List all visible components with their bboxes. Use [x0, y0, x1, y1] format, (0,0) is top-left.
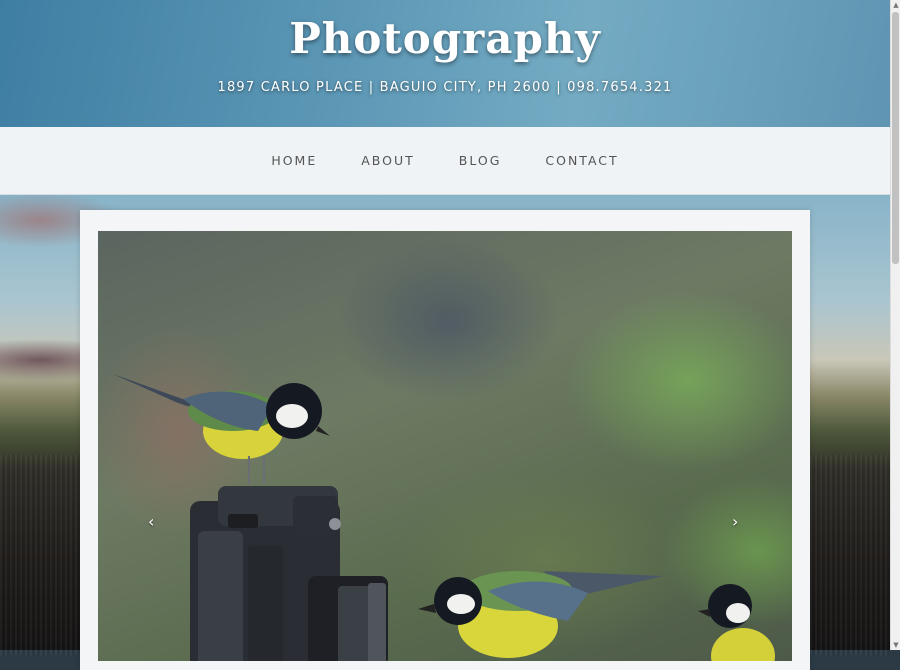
- nav-item-about[interactable]: ABOUT: [361, 153, 415, 168]
- camera-illustration: [190, 486, 388, 661]
- bird-on-camera: [113, 374, 330, 484]
- slider-next-arrow[interactable]: ›: [732, 512, 738, 531]
- scroll-down-arrow-icon[interactable]: ▼: [892, 640, 900, 650]
- bird-bottom-center: [418, 571, 663, 658]
- nav-item-home[interactable]: HOME: [271, 153, 317, 168]
- site-title[interactable]: Photography: [0, 14, 890, 63]
- slider-prev-arrow[interactable]: ‹: [148, 512, 154, 531]
- main-nav: HOME ABOUT BLOG CONTACT: [0, 127, 890, 195]
- site-header: Photography 1897 CARLO PLACE | BAGUIO CI…: [0, 0, 890, 127]
- birds-on-camera-photo: [113, 374, 775, 661]
- nav-item-contact[interactable]: CONTACT: [545, 153, 618, 168]
- scrollbar[interactable]: ▲ ▼: [890, 0, 900, 650]
- bird-right-edge: [698, 584, 775, 661]
- nav-item-blog[interactable]: BLOG: [459, 153, 502, 168]
- scrollbar-thumb[interactable]: [892, 12, 899, 264]
- site-address: 1897 CARLO PLACE | BAGUIO CITY, PH 2600 …: [217, 80, 673, 95]
- slider-image: [98, 231, 792, 661]
- scroll-up-arrow-icon[interactable]: ▲: [892, 0, 900, 10]
